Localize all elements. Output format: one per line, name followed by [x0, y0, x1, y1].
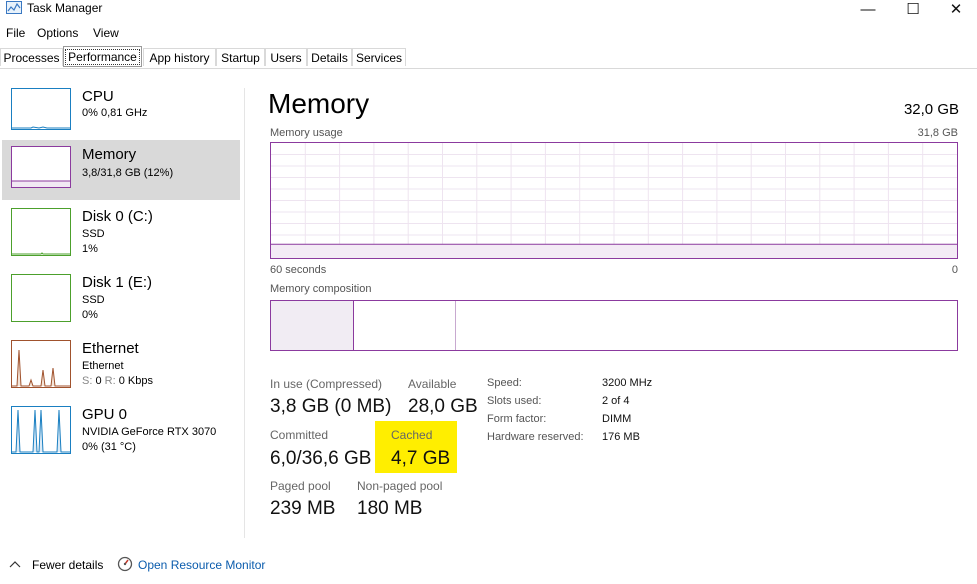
composition-label: Memory composition [270, 283, 372, 295]
tab-label: Users [270, 50, 302, 65]
sidebar-item-type: SSD [82, 294, 105, 306]
sidebar-item-name: CPU [82, 88, 114, 105]
form-factor-label: Form factor: [487, 413, 547, 425]
sidebar-item-memory[interactable]: Memory 3,8/31,8 GB (12%) [2, 140, 240, 200]
committed-label: Committed [270, 428, 329, 442]
resource-sidebar: CPU 0% 0,81 GHz Memory 3,8/31,8 GB (12%)… [0, 82, 244, 542]
sidebar-item-throughput: S: 0 R: 0 Kbps [82, 375, 153, 387]
non-paged-pool-value: 180 MB [357, 498, 423, 519]
usage-chart-label: Memory usage [270, 127, 343, 139]
committed-value: 6,0/36,6 GB [270, 448, 372, 469]
window-title: Task Manager [27, 1, 103, 15]
sidebar-item-cpu[interactable]: CPU 0% 0,81 GHz [2, 82, 240, 142]
speed-value: 3200 MHz [602, 377, 653, 389]
usage-chart-max: 31,8 GB [917, 127, 958, 139]
tab-details[interactable]: Details [307, 48, 352, 66]
sidebar-item-gpu-0[interactable]: GPU 0 NVIDIA GeForce RTX 3070 0% (31 °C) [2, 400, 240, 460]
receive-value: 0 Kbps [118, 375, 153, 387]
sidebar-item-name: Disk 1 (E:) [82, 274, 153, 291]
memory-usage-graph [270, 142, 958, 259]
sidebar-item-name: Memory [82, 146, 137, 163]
tab-bar: Processes Performance App history Startu… [0, 46, 977, 69]
slots-used-label: Slots used: [487, 395, 542, 407]
tab-label: Services [355, 50, 402, 65]
disk-1-thumbnail-graph [11, 274, 71, 322]
tab-label: Startup [221, 50, 260, 65]
title-bar: Task Manager — ☐ ✕ [0, 0, 977, 18]
tab-label: Processes [3, 50, 60, 65]
gpu-thumbnail-graph [11, 406, 71, 454]
composition-in-use [271, 301, 354, 350]
paged-pool-label: Paged pool [270, 479, 331, 493]
available-label: Available [408, 377, 457, 391]
memory-composition-bar [270, 300, 958, 351]
tab-app-history[interactable]: App history [143, 48, 216, 66]
sidebar-item-name: GPU 0 [82, 406, 128, 423]
maximize-button[interactable]: ☐ [891, 0, 935, 18]
form-factor-value: DIMM [602, 413, 632, 425]
send-label: S: [82, 375, 93, 387]
in-use-label: In use (Compressed) [270, 377, 383, 391]
resource-monitor-icon [117, 556, 133, 572]
chevron-up-icon[interactable] [9, 560, 21, 568]
tab-services[interactable]: Services [352, 48, 406, 66]
tab-startup[interactable]: Startup [216, 48, 265, 66]
sidebar-item-name: Ethernet [82, 340, 139, 357]
cached-label: Cached [391, 428, 433, 442]
time-axis-start: 60 seconds [270, 264, 327, 276]
sidebar-item-detail: 3,8/31,8 GB (12%) [82, 167, 174, 179]
memory-thumbnail-graph [11, 146, 71, 188]
tab-users[interactable]: Users [265, 48, 307, 66]
sidebar-item-ethernet[interactable]: Ethernet Ethernet S: 0 R: 0 Kbps [2, 334, 240, 394]
close-button[interactable]: ✕ [934, 0, 977, 18]
disk-0-thumbnail-graph [11, 208, 71, 256]
sidebar-item-detail: 0% (31 °C) [82, 441, 136, 453]
tab-performance[interactable]: Performance [63, 46, 142, 67]
sidebar-item-type: NVIDIA GeForce RTX 3070 [82, 426, 217, 438]
minimize-button[interactable]: — [846, 0, 890, 18]
hardware-reserved-label: Hardware reserved: [487, 431, 584, 443]
paged-pool-value: 239 MB [270, 498, 336, 519]
sidebar-item-type: Ethernet [82, 360, 124, 372]
tab-label: Details [311, 50, 348, 65]
non-paged-pool-label: Non-paged pool [357, 479, 443, 493]
sidebar-item-detail: 1% [82, 243, 98, 255]
memory-total: 32,0 GB [903, 101, 959, 118]
speed-label: Speed: [487, 377, 522, 389]
ethernet-thumbnail-graph [11, 340, 71, 388]
sidebar-item-detail: 0% [82, 309, 98, 321]
menu-options[interactable]: Options [37, 26, 78, 40]
page-title: Memory [268, 88, 370, 119]
sidebar-item-detail: 0% 0,81 GHz [82, 107, 148, 119]
task-manager-icon [6, 1, 22, 14]
menu-file[interactable]: File [6, 26, 25, 40]
sidebar-item-disk-1[interactable]: Disk 1 (E:) SSD 0% [2, 268, 240, 328]
tab-label: Performance [65, 48, 140, 65]
time-axis-end: 0 [951, 264, 958, 276]
cpu-thumbnail-graph [11, 88, 71, 130]
in-use-value: 3,8 GB (0 MB) [270, 396, 392, 417]
sidebar-item-disk-0[interactable]: Disk 0 (C:) SSD 1% [2, 202, 240, 262]
hardware-reserved-value: 176 MB [602, 431, 640, 443]
sidebar-divider [244, 88, 245, 538]
send-value: 0 [95, 375, 102, 387]
receive-label: R: [104, 375, 116, 387]
fewer-details-button[interactable]: Fewer details [32, 558, 103, 572]
tab-label: App history [149, 50, 210, 65]
composition-standby [354, 301, 456, 350]
menu-view[interactable]: View [93, 26, 119, 40]
available-value: 28,0 GB [408, 396, 478, 417]
sidebar-item-name: Disk 0 (C:) [82, 208, 153, 225]
slots-used-value: 2 of 4 [602, 395, 630, 407]
cached-value: 4,7 GB [391, 448, 451, 469]
tab-processes[interactable]: Processes [0, 48, 63, 66]
open-resource-monitor-link[interactable]: Open Resource Monitor [138, 558, 265, 572]
sidebar-item-type: SSD [82, 228, 105, 240]
